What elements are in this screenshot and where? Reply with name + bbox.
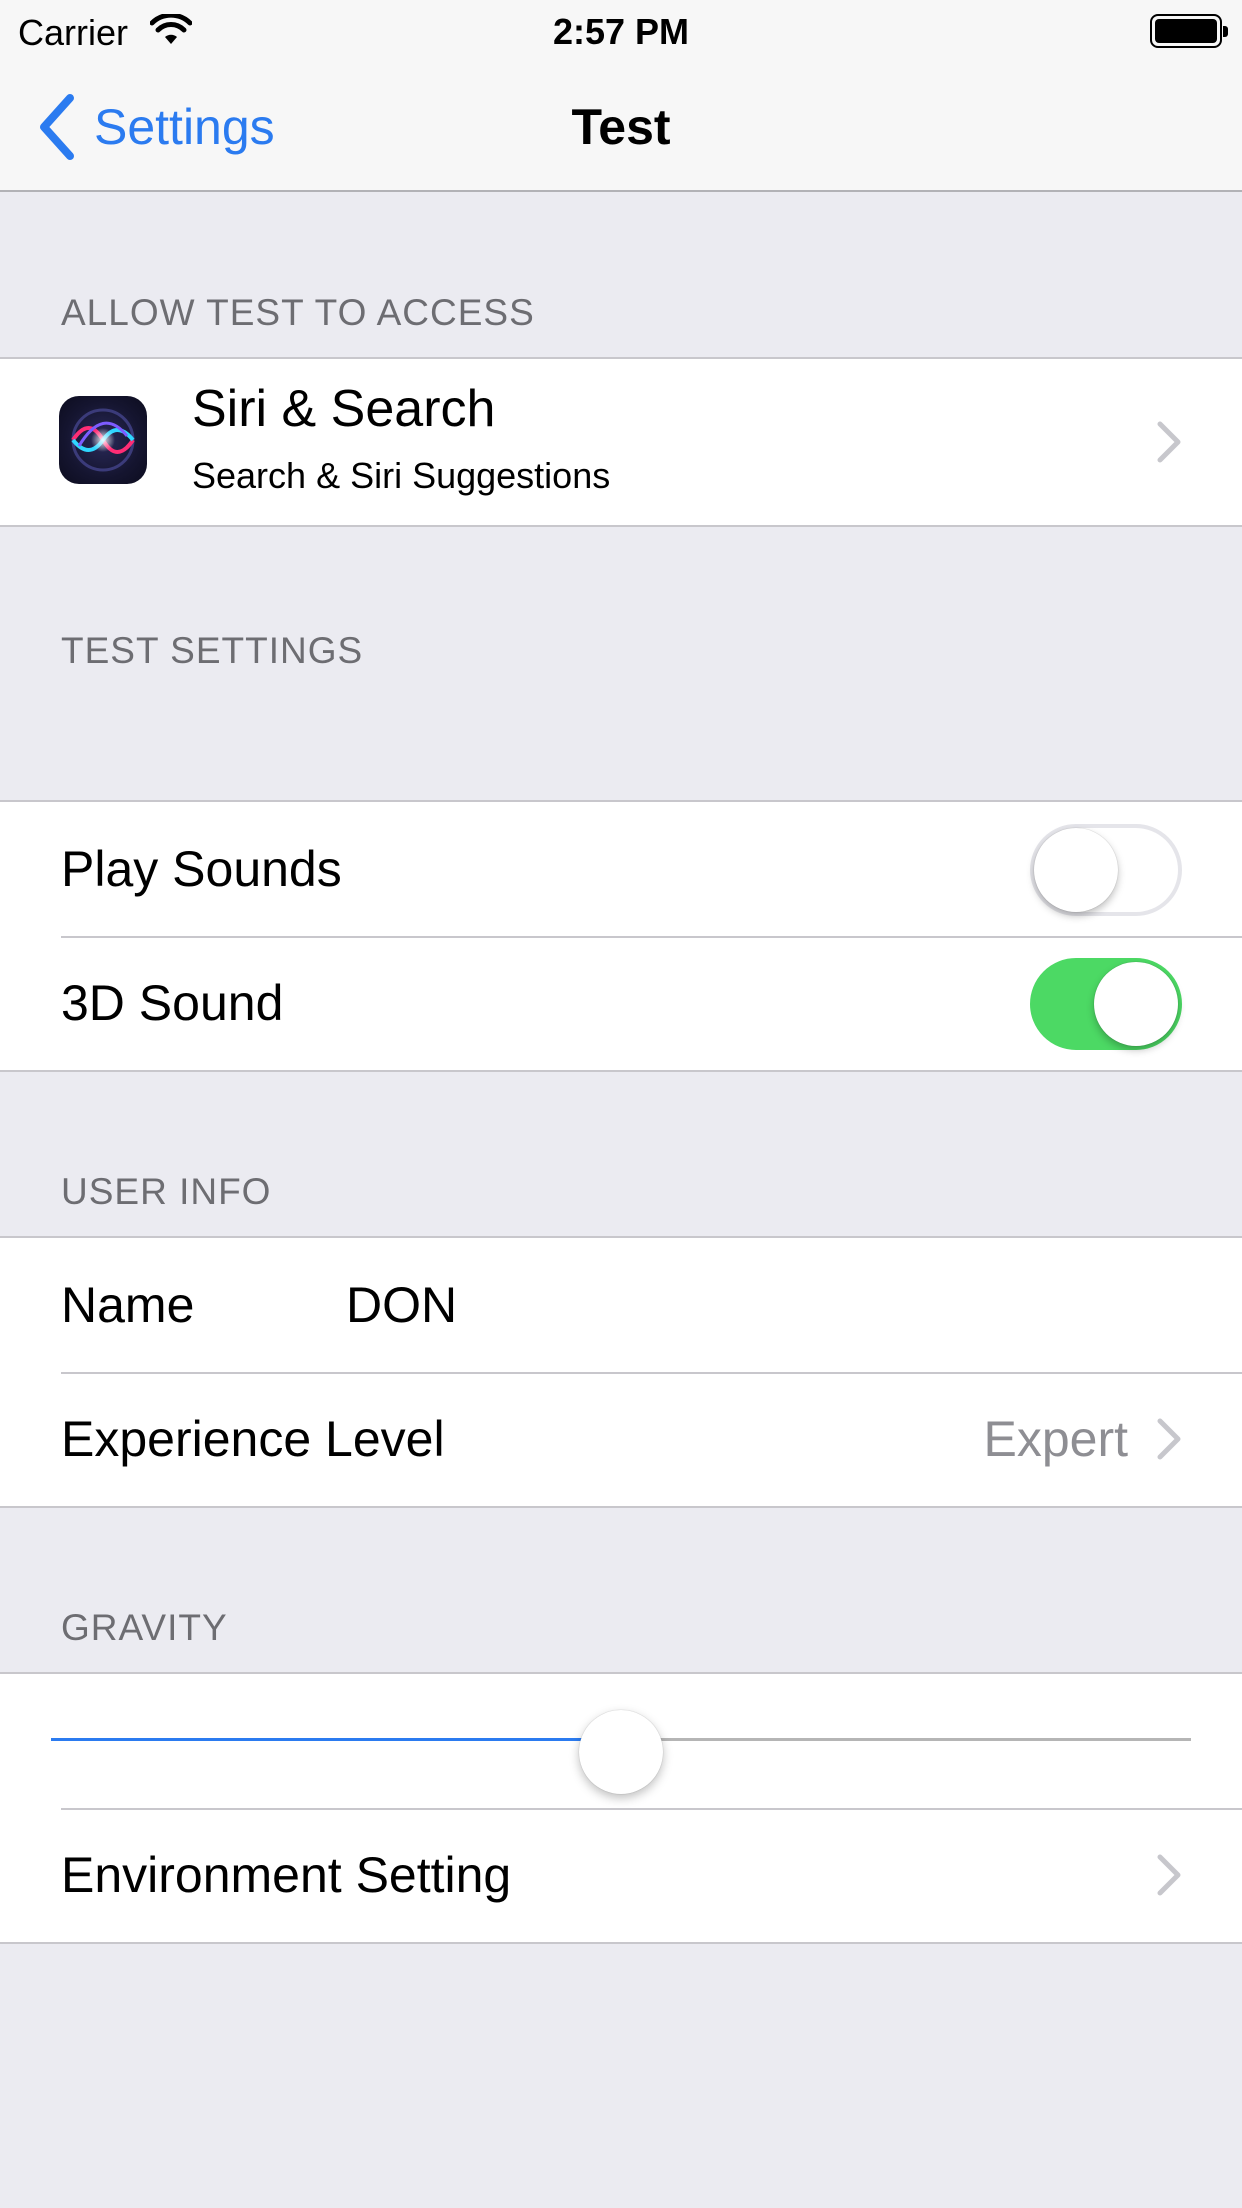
section-header-test-settings: TEST SETTINGS	[61, 630, 364, 671]
experience-level-row[interactable]: Experience Level Expert	[0, 1372, 1242, 1506]
siri-search-row[interactable]: Siri & Search Search & Siri Suggestions	[0, 359, 1242, 525]
toggle-knob	[1034, 828, 1118, 912]
slider-track-filled[interactable]	[51, 1738, 621, 1741]
access-group: Siri & Search Search & Siri Suggestions	[0, 357, 1242, 527]
name-label: Name	[61, 1277, 195, 1333]
section-header-user-info: USER INFO	[61, 1171, 272, 1212]
section-header-access: ALLOW TEST TO ACCESS	[61, 292, 535, 333]
3d-sound-label: 3D Sound	[61, 975, 284, 1031]
siri-search-title: Siri & Search	[192, 380, 496, 438]
environment-setting-label: Environment Setting	[61, 1847, 512, 1903]
gravity-slider-thumb[interactable]	[579, 1710, 663, 1794]
chevron-right-icon	[1157, 421, 1181, 463]
experience-level-value: Expert	[983, 1411, 1128, 1467]
gravity-slider-row	[0, 1674, 1242, 1808]
test-settings-group: Play Sounds 3D Sound	[0, 800, 1242, 1072]
name-field[interactable]: DON	[346, 1238, 457, 1372]
3d-sound-toggle[interactable]	[1030, 958, 1182, 1050]
environment-setting-row[interactable]: Environment Setting	[0, 1808, 1242, 1942]
navigation-bar: Carrier 2:57 PM Settings Test	[0, 0, 1242, 192]
play-sounds-toggle[interactable]	[1030, 824, 1182, 916]
play-sounds-label: Play Sounds	[61, 841, 342, 897]
chevron-right-icon	[1157, 1418, 1181, 1460]
user-info-group: Name DON Experience Level Expert	[0, 1236, 1242, 1508]
3d-sound-row: 3D Sound	[0, 936, 1242, 1070]
chevron-right-icon	[1157, 1854, 1181, 1896]
slider-track-empty[interactable]	[621, 1738, 1191, 1741]
experience-level-label: Experience Level	[61, 1411, 445, 1467]
gravity-group: Environment Setting	[0, 1672, 1242, 1944]
section-header-gravity: GRAVITY	[61, 1607, 228, 1648]
play-sounds-row: Play Sounds	[0, 802, 1242, 936]
battery-icon	[1150, 14, 1228, 48]
status-bar: Carrier 2:57 PM	[0, 0, 1242, 62]
status-time: 2:57 PM	[552, 11, 690, 52]
name-row: Name DON	[0, 1238, 1242, 1372]
siri-search-subtitle: Search & Siri Suggestions	[192, 455, 611, 496]
toggle-knob	[1094, 962, 1178, 1046]
siri-icon	[59, 396, 147, 484]
page-title: Test	[571, 99, 671, 155]
